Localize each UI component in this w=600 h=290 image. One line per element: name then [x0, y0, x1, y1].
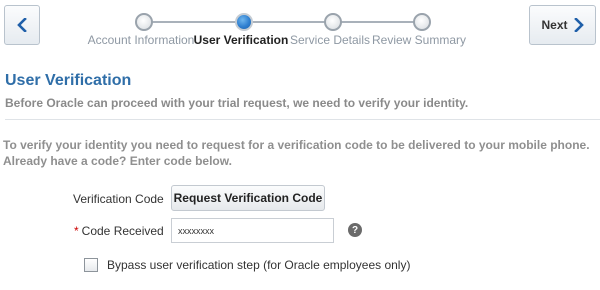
train-connector: [144, 21, 423, 23]
step-label-account-information[interactable]: Account Information: [88, 33, 195, 47]
train-stop-user-verification: [235, 13, 253, 31]
required-marker: *: [74, 224, 79, 238]
code-received-label-group: * Code Received: [74, 224, 164, 238]
chevron-right-icon: [573, 18, 584, 32]
instructions-text: To verify your identity you need to requ…: [3, 138, 590, 168]
next-button-label: Next: [541, 18, 568, 32]
next-button[interactable]: Next: [529, 5, 596, 45]
bypass-verification-label[interactable]: Bypass user verification step (for Oracl…: [107, 258, 410, 272]
train-stop-account-information[interactable]: [135, 13, 153, 31]
page-title: User Verification: [5, 72, 132, 89]
verification-code-label: Verification Code: [73, 192, 164, 206]
train-stop-review-summary[interactable]: [413, 13, 431, 31]
request-verification-code-button[interactable]: Request Verification Code: [171, 185, 325, 211]
step-label-review-summary[interactable]: Review Summary: [372, 33, 466, 47]
progress-train: Account Information User Verification Se…: [0, 0, 600, 50]
code-received-input[interactable]: [171, 218, 334, 243]
question-circle-icon[interactable]: ?: [348, 223, 362, 237]
step-label-service-details[interactable]: Service Details: [290, 33, 370, 47]
step-label-user-verification: User Verification: [193, 33, 289, 47]
bypass-verification-checkbox[interactable]: [84, 258, 98, 272]
code-received-label: Code Received: [81, 224, 164, 238]
header-divider: [5, 119, 600, 120]
page-subtitle: Before Oracle can proceed with your tria…: [5, 96, 469, 110]
train-stop-service-details[interactable]: [324, 13, 342, 31]
